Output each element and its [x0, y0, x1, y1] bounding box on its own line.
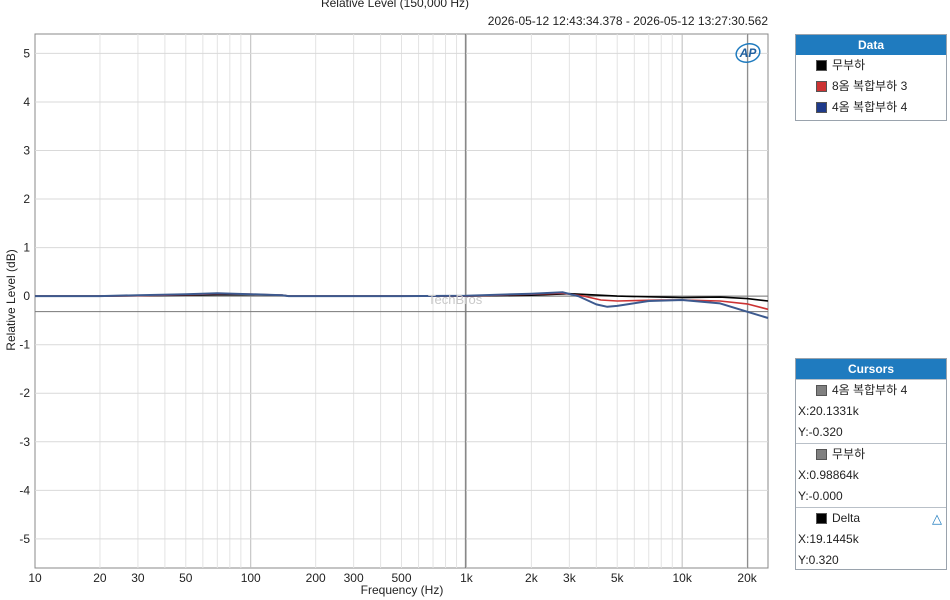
- y-tick-label: 1: [23, 241, 30, 255]
- x-tick-label: 5k: [611, 571, 625, 585]
- x-axis-label: Frequency (Hz): [361, 583, 444, 597]
- cursor-1-x: X:20.1331k: [798, 404, 859, 418]
- y-tick-label: -1: [19, 338, 30, 352]
- cursor-swatch-gray: [816, 385, 827, 396]
- y-tick-label: -2: [19, 386, 30, 400]
- delta-x: X:19.1445k: [798, 532, 859, 546]
- cursors-panel-title: Cursors: [796, 359, 946, 379]
- delta-y: Y:0.320: [798, 553, 839, 567]
- delta-swatch-black: [816, 513, 827, 524]
- x-tick-label: 50: [179, 571, 193, 585]
- y-tick-label: -3: [19, 435, 30, 449]
- cursor-1-label: 4옴 복합부하: [832, 383, 898, 397]
- delta-label: Delta: [832, 511, 861, 525]
- delta-block[interactable]: Delta △ X:19.1445k Y:0.320: [796, 507, 946, 571]
- legend-item-4ohm[interactable]: 4옴 복합부하 4: [796, 97, 946, 118]
- legend-label: 무부하: [832, 58, 866, 72]
- legend-swatch-black: [816, 60, 827, 71]
- cursor-2-y: Y:-0.000: [798, 489, 843, 503]
- cursor-2-block[interactable]: 무부하 X:0.98864k Y:-0.000: [796, 443, 946, 507]
- legend-swatch-red: [816, 81, 827, 92]
- x-tick-label: 100: [241, 571, 261, 585]
- y-tick-label: 0: [23, 289, 30, 303]
- y-tick-label: -4: [19, 483, 30, 497]
- x-tick-label: 10k: [672, 571, 692, 585]
- ap-logo-text: AP: [739, 46, 758, 60]
- legend-item-no-load[interactable]: 무부하: [796, 55, 946, 76]
- y-axis-ticks: 5 4 3 2 1 0 -1 -2 -3 -4 -5: [19, 46, 30, 545]
- cursor-1-name-row: 4옴 복합부하 4: [796, 380, 946, 401]
- ap-logo: AP: [734, 42, 762, 64]
- x-tick-label: 1k: [460, 571, 474, 585]
- x-tick-label: 20: [93, 571, 107, 585]
- cursor-2-x: X:0.98864k: [798, 468, 859, 482]
- y-axis-label: Relative Level (dB): [4, 249, 18, 350]
- data-legend-panel: Data 무부하 8옴 복합부하 3 4옴 복합부하 4: [795, 34, 947, 121]
- y-tick-label: -5: [19, 532, 30, 546]
- cursor-swatch-gray: [816, 449, 827, 460]
- legend-swatch-blue: [816, 102, 827, 113]
- x-tick-label: 3k: [563, 571, 577, 585]
- cursor-1-block[interactable]: 4옴 복합부하 4 X:20.1331k Y:-0.320: [796, 379, 946, 443]
- legend-label: 8옴 복합부하: [832, 79, 898, 93]
- x-tick-label: 30: [131, 571, 145, 585]
- cursor-2-label: 무부하: [832, 447, 866, 461]
- delta-name-row: Delta △: [796, 508, 946, 529]
- y-tick-label: 5: [23, 46, 30, 60]
- legend-label: 4옴 복합부하: [832, 100, 898, 114]
- x-tick-label: 200: [306, 571, 326, 585]
- cursor-1-y: Y:-0.320: [798, 425, 843, 439]
- watermark-techbros: TechBros: [428, 292, 483, 307]
- x-tick-label: 20k: [737, 571, 757, 585]
- cursors-panel: Cursors 4옴 복합부하 4 X:20.1331k Y:-0.320 무부…: [795, 358, 947, 570]
- y-tick-label: 4: [23, 95, 30, 109]
- cursor-1-suffix: 4: [900, 383, 908, 397]
- legend-item-8ohm[interactable]: 8옴 복합부하 3: [796, 76, 946, 97]
- legend-suffix: 3: [900, 79, 908, 93]
- x-tick-label: 10: [28, 571, 42, 585]
- legend-suffix: 4: [900, 100, 908, 114]
- data-panel-title: Data: [796, 35, 946, 55]
- cursor-2-name-row: 무부하: [796, 444, 946, 465]
- y-tick-label: 2: [23, 192, 30, 206]
- x-tick-label: 2k: [525, 571, 539, 585]
- delta-triangle-icon[interactable]: △: [932, 508, 942, 529]
- y-tick-label: 3: [23, 144, 30, 158]
